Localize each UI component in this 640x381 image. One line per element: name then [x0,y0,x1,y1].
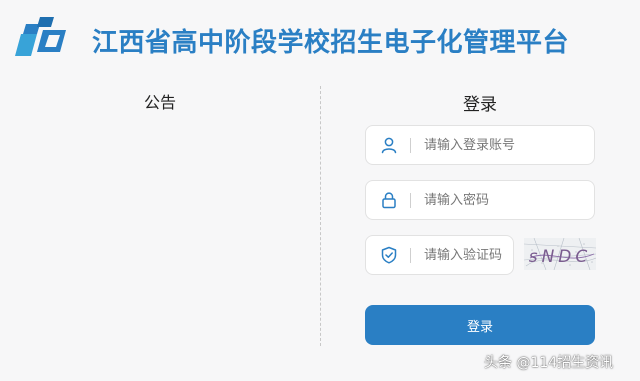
header: 江西省高中阶段学校招生电子化管理平台 [0,0,640,80]
account-field[interactable] [365,125,595,165]
captcha-image[interactable]: sNDC [524,238,596,270]
lock-icon [380,191,398,209]
password-input[interactable] [424,189,584,211]
platform-logo-icon [10,12,70,64]
login-title: 登录 [463,95,497,115]
account-input[interactable] [424,134,584,156]
password-field[interactable] [365,180,595,220]
notice-title: 公告 [143,93,176,112]
field-separator [410,193,411,208]
site-title: 江西省高中阶段学校招生电子化管理平台 [92,28,570,58]
divider [320,86,321,346]
shield-icon [380,246,398,264]
user-icon [380,136,398,154]
captcha-text: sNDC [529,247,592,267]
watermark: 头条 @114招生资讯 [484,355,614,371]
field-separator [410,138,411,153]
login-button[interactable]: 登录 [365,305,595,345]
captcha-field[interactable] [365,235,514,275]
captcha-input[interactable] [424,244,510,266]
field-separator [410,248,411,263]
